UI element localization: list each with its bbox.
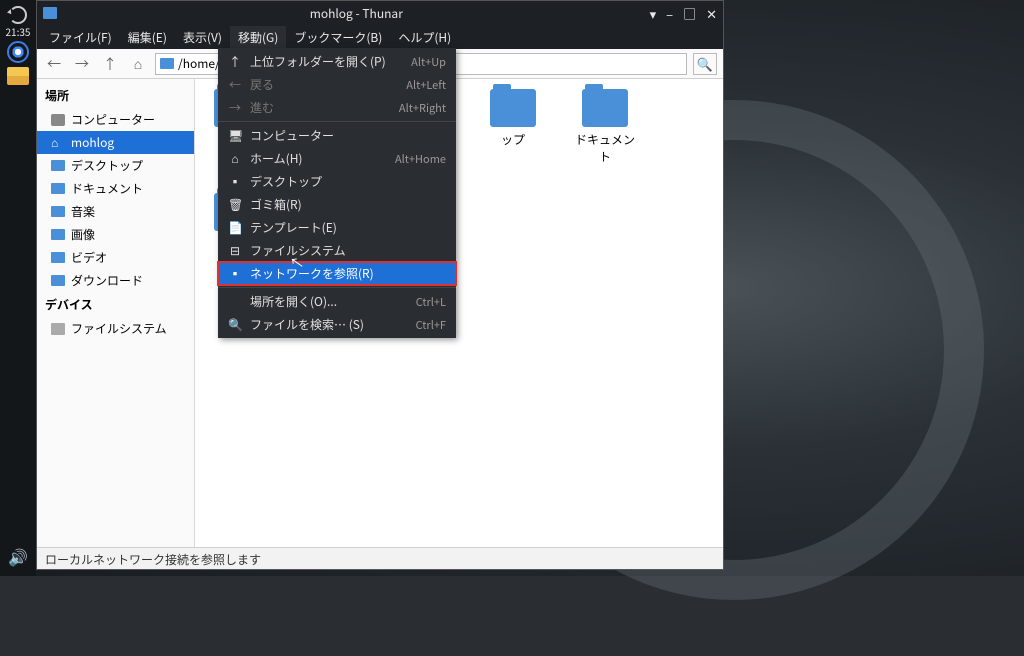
menu-separator (218, 287, 456, 288)
menu-open-location[interactable]: 場所を開く(O)...Ctrl+L (218, 290, 456, 313)
home-icon: ⌂ (228, 150, 242, 167)
menu-search-files[interactable]: 🔍ファイルを検索… (S)Ctrl+F (218, 313, 456, 336)
computer-icon (51, 114, 65, 126)
menu-edit[interactable]: 編集(E) (120, 26, 175, 49)
search-button[interactable]: 🔍 (693, 53, 717, 75)
sidebar-item-pictures[interactable]: 画像 (37, 223, 194, 246)
menu-back: ←戻るAlt+Left (218, 73, 456, 96)
trash-icon: 🗑 (228, 196, 242, 213)
left-arrow-icon: ← (228, 76, 242, 93)
menu-view[interactable]: 表示(V) (175, 26, 230, 49)
sidebar-item-downloads[interactable]: ダウンロード (37, 269, 194, 292)
menu-file[interactable]: ファイル(F) (41, 26, 120, 49)
window-pin-button[interactable]: ▾ (650, 4, 657, 23)
window-max-button[interactable]: □ (683, 4, 696, 23)
menu-browse-network[interactable]: ▪ネットワークを参照(R) (218, 262, 456, 285)
home-icon: ⌂ (51, 137, 65, 148)
sidebar-item-home[interactable]: ⌂mohlog (37, 131, 194, 154)
sidebar-devices-header: デバイス (37, 292, 194, 317)
menu-separator (218, 121, 456, 122)
back-button[interactable]: ← (43, 53, 65, 75)
up-button[interactable]: ↑ (99, 53, 121, 75)
window-close-button[interactable]: ✕ (706, 4, 717, 23)
sidebar-item-filesystem[interactable]: ファイルシステム (37, 317, 194, 340)
clock-time: 21:35 (6, 24, 31, 39)
folder-icon (51, 275, 65, 286)
right-arrow-icon: → (228, 99, 242, 116)
templates-icon: 📄 (228, 219, 242, 236)
folder-icon (582, 89, 628, 127)
window-min-button[interactable]: – (666, 4, 673, 23)
sidebar-places-header: 場所 (37, 83, 194, 108)
folder-icon (51, 160, 65, 171)
menu-bookmarks[interactable]: ブックマーク(B) (286, 26, 390, 49)
dock-files-icon[interactable] (7, 67, 29, 85)
menu-go[interactable]: 移動(G) (230, 26, 286, 49)
go-menu-dropdown: ↑上位フォルダーを開く(P)Alt+Up ←戻るAlt+Left →進むAlt+… (218, 48, 456, 338)
forward-button[interactable]: → (71, 53, 93, 75)
dock-chrome-icon[interactable] (7, 41, 29, 63)
folder-icon (490, 89, 536, 127)
statusbar: ローカルネットワーク接続を参照します (37, 547, 723, 569)
dock-sound-icon[interactable]: 🔊 (8, 544, 28, 568)
menu-trash[interactable]: 🗑ゴミ箱(R) (218, 193, 456, 216)
folder-item[interactable]: ップ (481, 89, 545, 165)
titlebar[interactable]: mohlog - Thunar ▾ – □ ✕ (37, 1, 723, 25)
menu-templates[interactable]: 📄テンプレート(E) (218, 216, 456, 239)
computer-icon: 🖥 (228, 127, 242, 144)
disk-icon (51, 323, 65, 335)
network-icon: ▪ (228, 265, 242, 282)
folder-icon (160, 58, 174, 69)
sidebar-item-music[interactable]: 音楽 (37, 200, 194, 223)
home-button[interactable]: ⌂ (127, 53, 149, 75)
sidebar-item-documents[interactable]: ドキュメント (37, 177, 194, 200)
sidebar-item-computer[interactable]: コンピューター (37, 108, 194, 131)
menu-computer[interactable]: 🖥コンピューター (218, 124, 456, 147)
folder-icon (51, 183, 65, 194)
sidebar-item-videos[interactable]: ビデオ (37, 246, 194, 269)
folder-item[interactable]: ドキュメント (573, 89, 637, 165)
folder-icon (51, 252, 65, 263)
menu-open-parent[interactable]: ↑上位フォルダーを開く(P)Alt+Up (218, 50, 456, 73)
disk-icon: ⊟ (228, 242, 242, 259)
menu-home[interactable]: ⌂ホーム(H)Alt+Home (218, 147, 456, 170)
menu-help[interactable]: ヘルプ(H) (390, 26, 459, 49)
reload-icon (9, 6, 27, 24)
left-dock: 21:35 🔊 (0, 0, 36, 576)
window-title: mohlog - Thunar (63, 5, 650, 22)
folder-icon (51, 206, 65, 217)
folder-icon (51, 229, 65, 240)
up-arrow-icon: ↑ (228, 53, 242, 70)
sidebar: 場所 コンピューター ⌂mohlog デスクトップ ドキュメント 音楽 画像 ビ… (37, 79, 195, 547)
menu-forward: →進むAlt+Right (218, 96, 456, 119)
search-icon: 🔍 (228, 316, 242, 333)
desktop-icon: ▪ (228, 173, 242, 190)
menu-desktop[interactable]: ▪デスクトップ (218, 170, 456, 193)
sidebar-item-desktop[interactable]: デスクトップ (37, 154, 194, 177)
menu-filesystem[interactable]: ⊟ファイルシステム (218, 239, 456, 262)
dock-clock[interactable]: 21:35 (6, 6, 31, 37)
app-icon (43, 7, 57, 19)
menubar: ファイル(F) 編集(E) 表示(V) 移動(G) ブックマーク(B) ヘルプ(… (37, 25, 723, 49)
